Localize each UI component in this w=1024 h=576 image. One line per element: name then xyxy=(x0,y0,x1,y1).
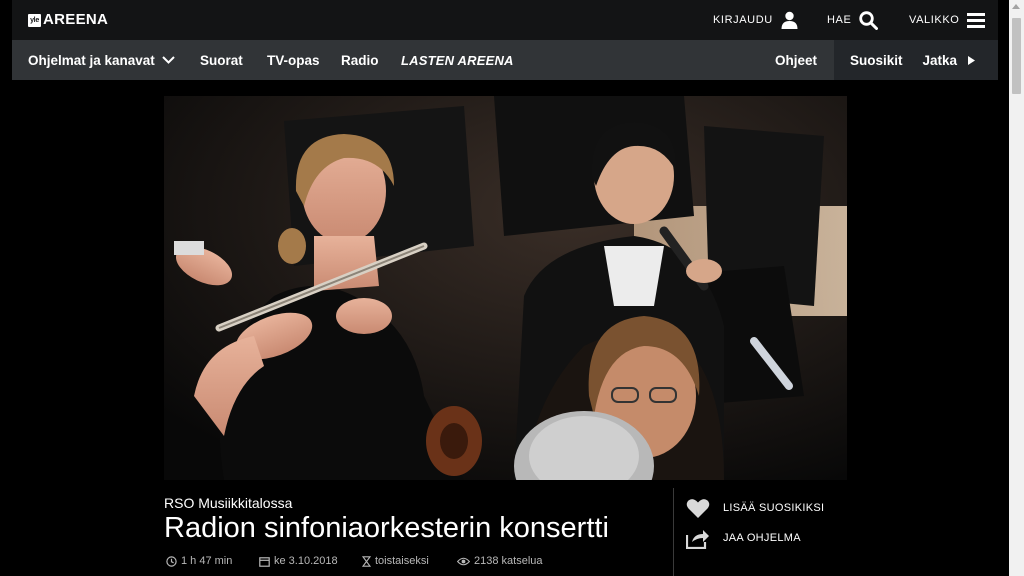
nav-tv-guide[interactable]: TV-opas xyxy=(267,40,320,80)
clock-icon xyxy=(166,555,177,567)
top-header: yle AREENA KIRJAUDU HAE VALIKKO xyxy=(12,0,998,40)
nav-continue[interactable]: Jatka xyxy=(923,53,976,68)
areena-logo-text: AREENA xyxy=(43,11,109,28)
areena-logo[interactable]: yle AREENA xyxy=(28,12,108,28)
hamburger-icon xyxy=(967,12,986,28)
main-nav: Ohjelmat ja kanavat Suorat TV-opas Radio… xyxy=(12,40,998,80)
program-title: Radion sinfoniaorkesterin konsertti xyxy=(164,512,609,544)
share-label: JAA OHJELMA xyxy=(723,532,801,544)
page-scrollbar[interactable] xyxy=(1009,0,1024,576)
video-frame-orchestra xyxy=(164,96,847,480)
meta-availability: toistaiseksi xyxy=(362,554,429,568)
series-name[interactable]: RSO Musiikkitalossa xyxy=(164,495,292,511)
add-favorite-button[interactable]: LISÄÄ SUOSIKIKSI xyxy=(686,496,824,520)
nav-radio[interactable]: Radio xyxy=(341,40,379,80)
meta-duration: 1 h 47 min xyxy=(166,554,232,568)
search-button[interactable]: HAE xyxy=(827,0,879,40)
nav-live[interactable]: Suorat xyxy=(200,40,243,80)
search-label: HAE xyxy=(827,14,852,26)
share-button[interactable]: JAA OHJELMA xyxy=(686,526,801,550)
meta-views: 2138 katselua xyxy=(457,554,543,568)
date-text: ke 3.10.2018 xyxy=(274,555,338,567)
chevron-down-icon xyxy=(162,56,175,64)
search-icon xyxy=(859,10,879,30)
views-text: 2138 katselua xyxy=(474,555,543,567)
calendar-icon xyxy=(259,556,270,567)
nav-favorites[interactable]: Suosikit xyxy=(850,53,903,68)
nav-right-group: Suosikit Jatka xyxy=(834,40,998,80)
scroll-thumb[interactable] xyxy=(1012,18,1021,94)
login-button[interactable]: KIRJAUDU xyxy=(713,0,798,40)
duration-text: 1 h 47 min xyxy=(181,555,233,567)
add-favorite-label: LISÄÄ SUOSIKIKSI xyxy=(723,502,825,514)
menu-button[interactable]: VALIKKO xyxy=(909,0,986,40)
login-label: KIRJAUDU xyxy=(713,14,773,26)
info-divider xyxy=(673,488,674,576)
nav-continue-label: Jatka xyxy=(922,52,958,68)
share-icon xyxy=(686,528,710,549)
availability-text: toistaiseksi xyxy=(375,555,429,567)
scroll-up-arrow-icon[interactable] xyxy=(1012,4,1020,9)
video-player[interactable] xyxy=(164,96,847,480)
yle-logo-badge: yle xyxy=(28,13,41,27)
play-arrow-icon xyxy=(968,55,976,65)
nav-programs-dropdown[interactable]: Ohjelmat ja kanavat xyxy=(28,40,175,80)
nav-kids-areena[interactable]: LASTEN AREENA xyxy=(401,40,514,80)
nav-programs-label: Ohjelmat ja kanavat xyxy=(28,52,155,68)
user-icon xyxy=(781,11,798,29)
nav-help[interactable]: Ohjeet xyxy=(775,40,817,80)
heart-icon xyxy=(686,498,710,519)
hourglass-icon xyxy=(362,555,371,567)
meta-date: ke 3.10.2018 xyxy=(259,554,338,568)
menu-label: VALIKKO xyxy=(909,14,960,26)
eye-icon xyxy=(457,557,470,566)
